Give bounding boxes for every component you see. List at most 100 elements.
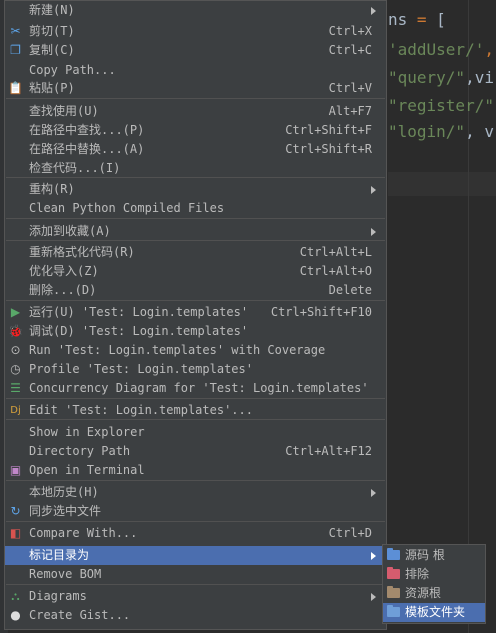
coverage-icon: ⊙ <box>10 343 21 357</box>
menu-separator <box>6 398 385 399</box>
submenu-item-3[interactable]: 模板文件夹 <box>383 603 485 622</box>
menu-item-concurrency-diagram-for-test-login-templates[interactable]: ☰ Concurrency Diagram for 'Test: Login.te… <box>5 379 386 398</box>
menu-item-shortcut: Ctrl+V <box>328 81 372 95</box>
sync-icon: ↻ <box>10 504 21 518</box>
menu-item-u-test-login-templates[interactable]: ▶ 运行(U) 'Test: Login.templates' Ctrl+Shift… <box>5 303 386 322</box>
menu-item-label: 删除...(D) <box>29 283 97 297</box>
menu-item-h[interactable]: 本地历史(H) <box>5 483 386 502</box>
menu-item-z[interactable]: 优化导入(Z) Ctrl+Alt+O <box>5 262 386 281</box>
menu-item-diagrams[interactable]: ⛬ Diagrams <box>5 587 386 606</box>
submenu-arrow-icon <box>371 552 376 560</box>
submenu-arrow-icon <box>371 593 376 601</box>
code-line: "query/",vi <box>388 68 494 87</box>
github-icon: ● <box>10 608 21 622</box>
menu-item-label: Run 'Test: Login.templates' with Coverag… <box>29 343 326 357</box>
menu-item-r[interactable]: 重构(R) <box>5 180 386 199</box>
menu-item-profile-test-login-templates[interactable]: ◷ Profile 'Test: Login.templates' <box>5 360 386 379</box>
menu-separator <box>6 521 385 522</box>
menu-item-p[interactable]: 📋 粘贴(P) Ctrl+V <box>5 79 386 98</box>
menu-item-shortcut: Ctrl+Shift+F10 <box>270 305 372 319</box>
paste-icon: 📋 <box>8 81 23 95</box>
submenu-item-label: 模板文件夹 <box>405 605 466 619</box>
menu-item-directory-path[interactable]: Directory Path Ctrl+Alt+F12 <box>5 442 386 461</box>
menu-item-remove-bom[interactable]: Remove BOM <box>5 565 386 584</box>
menu-item-d-test-login-templates[interactable]: 🐞 调试(D) 'Test: Login.templates' <box>5 322 386 341</box>
menu-item-label: 新建(N) <box>29 3 75 17</box>
menu-item-u[interactable]: 查找使用(U) Alt+F7 <box>5 102 386 121</box>
menu-item-item[interactable]: 标记目录为 <box>5 546 386 565</box>
diagrams-icon: ⛬ <box>11 589 20 603</box>
right-margin-guide <box>468 0 469 633</box>
menu-item-label: 重构(R) <box>29 182 75 196</box>
menu-item-shortcut: Ctrl+Shift+F <box>285 123 372 137</box>
code-token: , v <box>465 122 494 141</box>
menu-item-label: 在路径中查找...(P) <box>29 123 145 137</box>
menu-separator <box>6 480 385 481</box>
menu-item-label: 调试(D) 'Test: Login.templates' <box>29 324 249 338</box>
code-token: 'addUser/' <box>388 40 485 59</box>
menu-item-shortcut: Ctrl+Alt+F12 <box>285 444 372 458</box>
menu-item-label: 本地历史(H) <box>29 485 99 499</box>
menu-item-copy-path[interactable]: Copy Path... <box>5 61 386 80</box>
submenu-item-label: 排除 <box>405 567 430 581</box>
code-token: ,vi <box>465 68 494 87</box>
menu-item-n[interactable]: 新建(N) <box>5 1 386 20</box>
menu-item-label: 同步选中文件 <box>29 504 102 518</box>
menu-item-run-test-login-templates-with-coverage[interactable]: ⊙ Run 'Test: Login.templates' with Covera… <box>5 341 386 360</box>
code-line: ns = [ <box>388 10 446 29</box>
menu-separator <box>6 419 385 420</box>
menu-separator <box>6 98 385 99</box>
menu-item-show-in-explorer[interactable]: Show in Explorer <box>5 423 386 442</box>
menu-item-clean-python-compiled-files[interactable]: Clean Python Compiled Files <box>5 199 386 218</box>
menu-item-t[interactable]: ✂ 剪切(T) Ctrl+X <box>5 22 386 41</box>
folder-icon <box>387 605 400 617</box>
menu-item-c[interactable]: ❐ 复制(C) Ctrl+C <box>5 41 386 60</box>
menu-item-a[interactable]: 在路径中替换...(A) Ctrl+Shift+R <box>5 140 386 159</box>
scissors-icon: ✂ <box>10 24 21 38</box>
folder-icon <box>387 567 400 579</box>
menu-separator <box>6 300 385 301</box>
menu-item-label: Directory Path <box>29 444 131 458</box>
menu-item-p[interactable]: 在路径中查找...(P) Ctrl+Shift+F <box>5 121 386 140</box>
menu-item-edit-test-login-templates[interactable]: Dj Edit 'Test: Login.templates'... <box>5 401 386 420</box>
menu-item-label: Remove BOM <box>29 567 102 581</box>
menu-item-i[interactable]: 检查代码...(I) <box>5 159 386 178</box>
code-token: [ <box>426 10 446 29</box>
menu-item-label: 粘贴(P) <box>29 81 75 95</box>
menu-item-item[interactable]: ↻ 同步选中文件 <box>5 502 386 521</box>
menu-item-d[interactable]: 删除...(D) Delete <box>5 281 386 300</box>
menu-item-label: 运行(U) 'Test: Login.templates' <box>29 305 249 319</box>
submenu-arrow-icon <box>371 7 376 15</box>
submenu-item-label: 源码 根 <box>405 548 445 562</box>
current-line-highlight <box>388 172 496 196</box>
submenu-item-2[interactable]: 资源根 <box>383 584 485 603</box>
menu-item-create-gist[interactable]: ● Create Gist... <box>5 606 386 625</box>
code-token: ns <box>388 10 417 29</box>
code-line: "register/" <box>388 96 494 115</box>
menu-item-label: 优化导入(Z) <box>29 264 99 278</box>
menu-item-shortcut: Ctrl+Shift+R <box>285 142 372 156</box>
code-token: "register/" <box>388 96 494 115</box>
context-menu: 新建(N) ✂ 剪切(T) Ctrl+X ❐ 复制(C) Ctrl+C Copy Path..… <box>4 0 387 630</box>
menu-item-label: Profile 'Test: Login.templates' <box>29 362 253 376</box>
menu-item-r[interactable]: 重新格式化代码(R) Ctrl+Alt+L <box>5 243 386 262</box>
menu-item-label: 重新格式化代码(R) <box>29 245 135 259</box>
menu-item-shortcut: Ctrl+C <box>328 43 372 57</box>
menu-separator <box>6 240 385 241</box>
submenu-item-0[interactable]: 源码 根 <box>383 546 485 565</box>
menu-item-a[interactable]: 添加到收藏(A) <box>5 222 386 241</box>
folder-icon <box>387 586 400 598</box>
code-line: 'addUser/', <box>388 40 494 59</box>
menu-separator <box>6 218 385 219</box>
menu-item-label: Compare With... <box>29 526 138 540</box>
menu-item-label: Clean Python Compiled Files <box>29 201 225 215</box>
menu-item-shortcut: Alt+F7 <box>328 104 372 118</box>
menu-item-compare-with[interactable]: ◧ Compare With... Ctrl+D <box>5 524 386 543</box>
menu-item-open-in-terminal[interactable]: ▣ Open in Terminal <box>5 461 386 480</box>
submenu-item-1[interactable]: 排除 <box>383 565 485 584</box>
menu-item-label: Edit 'Test: Login.templates'... <box>29 403 253 417</box>
code-token: , <box>484 40 494 59</box>
menu-item-shortcut: Ctrl+Alt+L <box>299 245 372 259</box>
concurrency-icon: ☰ <box>10 381 21 395</box>
menu-item-label: Create Gist... <box>29 608 131 622</box>
